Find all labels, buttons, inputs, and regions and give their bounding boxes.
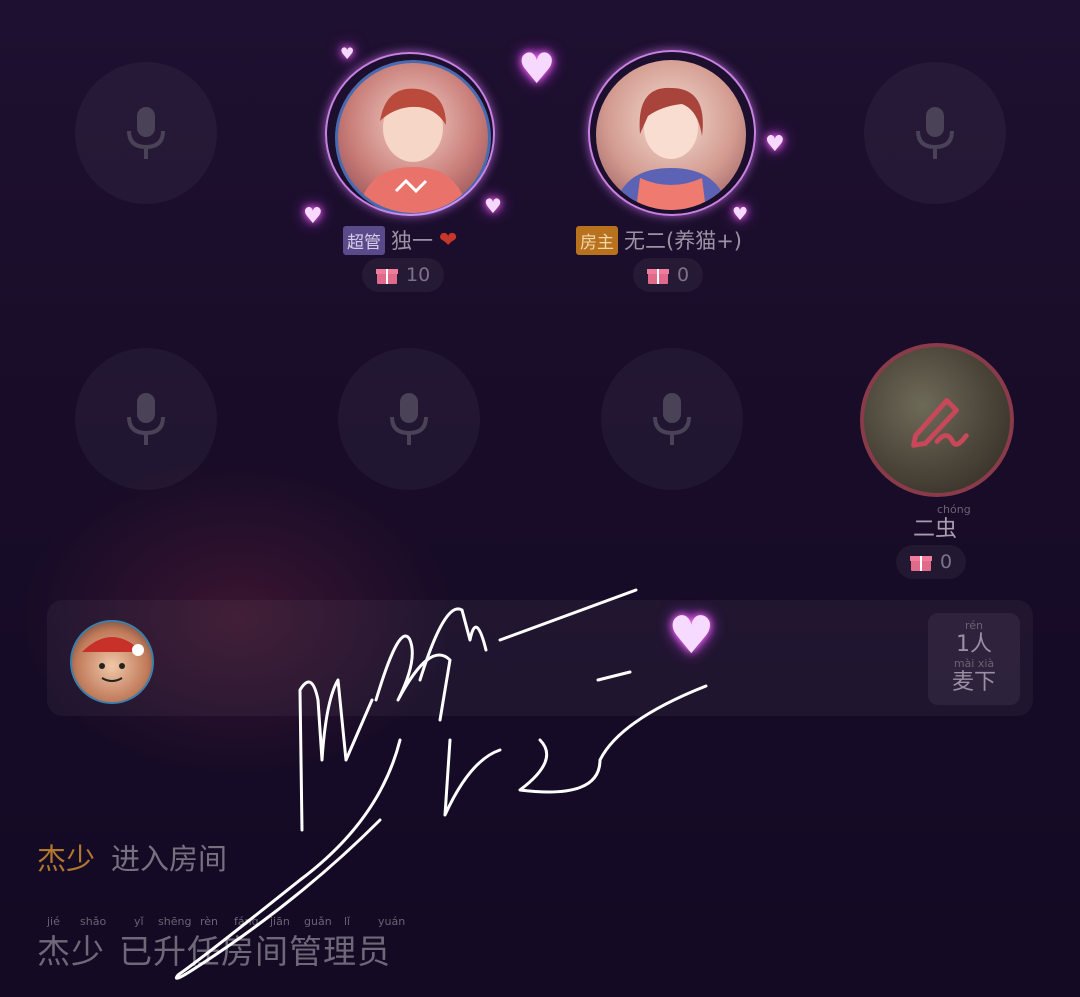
microphone-icon xyxy=(653,393,691,445)
seat-8-name-row: 二虫 xyxy=(913,511,957,543)
pinyin-li: lǐ xyxy=(344,915,351,928)
queue-count: 1人 xyxy=(956,632,992,657)
chat-username[interactable]: 杰少 xyxy=(37,842,95,876)
pinyin-yi: yǐ xyxy=(134,915,144,928)
pinyin-jian: jiān xyxy=(270,915,290,928)
host-left-name-row: 超管 独一 ❤ xyxy=(343,225,457,255)
microphone-icon xyxy=(127,393,165,445)
heart-decoration-icon: ♥ xyxy=(732,204,749,225)
leave-mic-button[interactable]: rén 1人 mài xià 麦下 xyxy=(928,613,1020,705)
room-owner-badge: 房主 xyxy=(576,225,618,255)
host-left-glow-ring xyxy=(325,52,495,216)
pinyin-jie: jié xyxy=(47,915,60,928)
seat-8-name: 二虫 xyxy=(913,517,958,542)
heart-decoration-icon: ♥ xyxy=(518,44,556,93)
gift-count: 0 xyxy=(940,551,953,573)
pinyin-yuan: yuán xyxy=(378,915,406,928)
host-right-gift-counter[interactable]: 0 xyxy=(633,258,704,292)
gift-count: 10 xyxy=(406,264,431,286)
pinyin-shao: shǎo xyxy=(80,915,107,928)
pinyin-guan: guǎn xyxy=(304,915,332,928)
leave-pinyin: mài xià xyxy=(953,657,995,670)
host-right-glow-ring xyxy=(588,50,756,216)
heart-icon: ❤ xyxy=(439,227,458,253)
gift-count: 0 xyxy=(677,264,690,286)
empty-seat-4[interactable] xyxy=(864,62,1006,204)
host-left-name: 独一 xyxy=(391,229,433,253)
seat-8-avatar[interactable] xyxy=(860,343,1014,497)
chat-message-enter: 杰少 进入房间 xyxy=(37,836,227,878)
chat-text: 进入房间 xyxy=(111,842,228,876)
mic-queue-panel xyxy=(47,600,1033,716)
super-admin-badge: 超管 xyxy=(343,225,385,255)
empty-seat-5[interactable] xyxy=(75,348,217,490)
host-left-gift-counter[interactable]: 10 xyxy=(362,258,445,292)
microphone-icon xyxy=(916,107,954,159)
chat-username[interactable]: 杰少 xyxy=(37,932,105,971)
heart-decoration-icon: ♥ xyxy=(303,204,323,229)
microphone-icon xyxy=(127,107,165,159)
seat-8-gift-counter[interactable]: 0 xyxy=(896,545,967,579)
leave-mic-label: 麦下 xyxy=(951,670,996,695)
heart-decoration-icon: ♥ xyxy=(484,194,502,218)
pen-icon xyxy=(911,398,969,448)
pinyin-fang: fáng xyxy=(234,915,259,928)
microphone-icon xyxy=(390,393,428,445)
host-right-name: 无二(养猫+) xyxy=(624,229,742,253)
host-right-name-row: 房主 无二(养猫+) xyxy=(576,225,742,255)
heart-decoration-icon: ♥ xyxy=(765,132,785,157)
heart-decoration-icon: ♥ xyxy=(340,44,355,63)
pinyin-sheng: shēng xyxy=(158,915,192,928)
empty-seat-1[interactable] xyxy=(75,62,217,204)
queue-user-avatar[interactable] xyxy=(70,620,154,704)
pinyin-ren: rèn xyxy=(200,915,219,928)
gift-icon xyxy=(376,269,398,284)
chat-text: 已升任房间管理员 xyxy=(119,932,391,971)
count-pinyin: rén xyxy=(964,619,984,632)
gift-icon xyxy=(647,269,669,284)
empty-seat-7[interactable] xyxy=(601,348,743,490)
gift-icon xyxy=(910,556,932,571)
chat-message-promote: 杰少 已升任房间管理员 xyxy=(37,925,391,973)
empty-seat-6[interactable] xyxy=(338,348,480,490)
